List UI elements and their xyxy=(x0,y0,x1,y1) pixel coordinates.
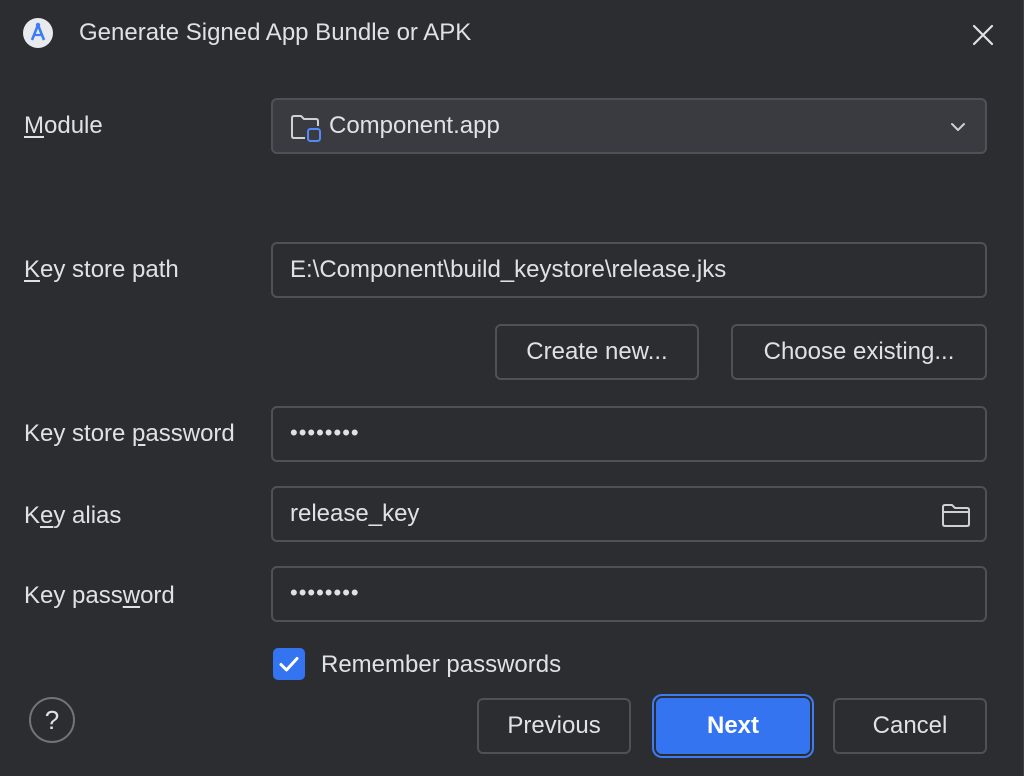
create-new-button[interactable]: Create new... xyxy=(495,324,699,380)
folder-icon[interactable] xyxy=(941,501,971,529)
key-alias-label: Key alias xyxy=(24,502,122,529)
key-store-password-label: Key store password xyxy=(24,420,235,447)
module-label: Module xyxy=(24,112,103,139)
key-store-path-value: E:\Component\build_keystore\release.jks xyxy=(290,256,727,283)
key-password-value: •••••••• xyxy=(290,580,360,605)
module-dropdown[interactable]: Component.app xyxy=(271,98,987,154)
previous-button[interactable]: Previous xyxy=(477,698,631,754)
help-button[interactable]: ? xyxy=(29,697,75,743)
title-bar: Generate Signed App Bundle or APK xyxy=(0,0,1023,68)
remember-passwords-label[interactable]: Remember passwords xyxy=(321,650,561,680)
key-store-path-input[interactable]: E:\Component\build_keystore\release.jks xyxy=(271,242,987,298)
key-alias-input[interactable]: release_key xyxy=(271,486,987,542)
module-folder-icon xyxy=(291,115,321,142)
key-store-password-input[interactable]: •••••••• xyxy=(271,406,987,462)
dialog-title: Generate Signed App Bundle or APK xyxy=(79,19,472,46)
key-store-password-value: •••••••• xyxy=(290,420,360,445)
generate-signed-bundle-dialog: Generate Signed App Bundle or APK Module… xyxy=(0,0,1024,776)
module-selected-value: Component.app xyxy=(329,112,500,139)
chevron-down-icon[interactable] xyxy=(947,116,969,138)
key-password-input[interactable]: •••••••• xyxy=(271,566,987,622)
cancel-button[interactable]: Cancel xyxy=(833,698,987,754)
key-store-path-label: Key store path xyxy=(24,256,179,283)
android-studio-icon xyxy=(23,18,53,48)
close-icon[interactable] xyxy=(966,18,1000,52)
choose-existing-button[interactable]: Choose existing... xyxy=(731,324,987,380)
key-password-label: Key password xyxy=(24,582,175,609)
next-button[interactable]: Next xyxy=(656,698,810,754)
checkmark-icon xyxy=(279,657,299,672)
remember-passwords-checkbox[interactable] xyxy=(273,648,305,680)
key-alias-value: release_key xyxy=(290,500,420,527)
